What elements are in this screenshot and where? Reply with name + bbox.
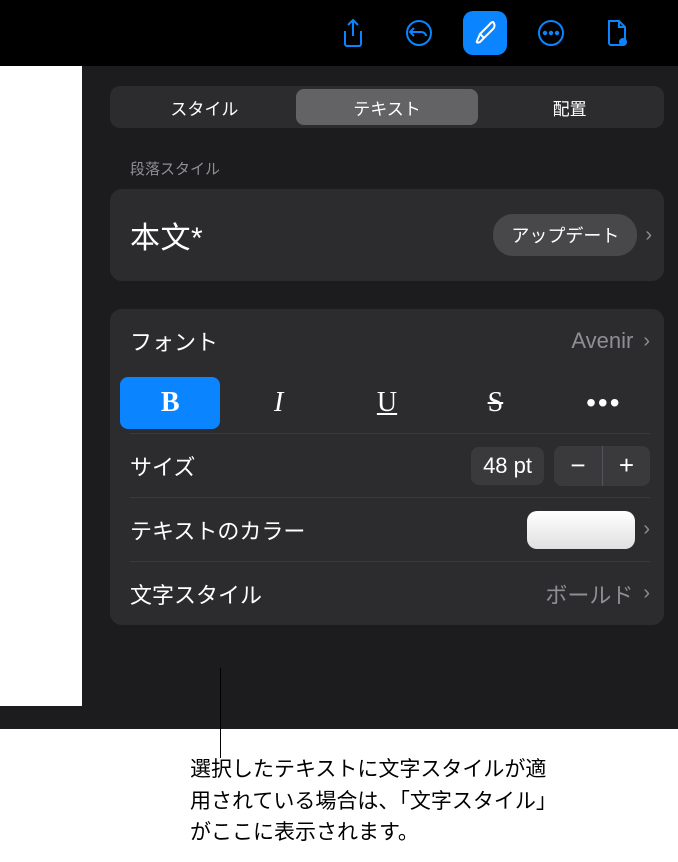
- undo-button[interactable]: [386, 0, 452, 66]
- toolbar: [0, 0, 678, 66]
- text-format-buttons: B I U S •••: [110, 373, 664, 433]
- more-format-button[interactable]: •••: [554, 377, 654, 429]
- font-value: Avenir: [571, 328, 633, 354]
- italic-button[interactable]: I: [228, 377, 328, 429]
- more-circle-icon: [536, 18, 566, 48]
- panel-tabs: スタイル テキスト 配置: [110, 86, 664, 128]
- callout-line: [220, 668, 221, 758]
- document-button[interactable]: [584, 0, 650, 66]
- size-value-field[interactable]: 48 pt: [471, 447, 544, 485]
- bold-button[interactable]: B: [120, 377, 220, 429]
- strikethrough-button[interactable]: S: [445, 377, 545, 429]
- chevron-right-icon: ›: [643, 582, 650, 605]
- font-label: フォント: [130, 325, 571, 357]
- chevron-right-icon: ›: [643, 518, 650, 541]
- size-stepper: − +: [554, 446, 650, 486]
- format-panel: スタイル テキスト 配置 段落スタイル 本文* アップデート › フォント Av…: [82, 66, 678, 729]
- callout-text: 選択したテキストに文字スタイルが適用されている場合は、「文字スタイル」がここに表…: [190, 754, 560, 849]
- character-style-row[interactable]: 文字スタイル ボールド ›: [110, 561, 664, 625]
- share-button[interactable]: [320, 0, 386, 66]
- document-icon: [604, 18, 630, 48]
- size-increase-button[interactable]: +: [602, 446, 650, 486]
- character-style-value: ボールド: [545, 578, 633, 610]
- size-label: サイズ: [130, 450, 471, 482]
- chevron-right-icon: ›: [645, 224, 652, 247]
- text-color-swatch[interactable]: [527, 511, 635, 549]
- paragraph-style-section-label: 段落スタイル: [110, 158, 664, 179]
- underline-button[interactable]: U: [337, 377, 437, 429]
- more-button[interactable]: [518, 0, 584, 66]
- tab-text[interactable]: テキスト: [296, 89, 479, 125]
- share-icon: [341, 18, 365, 48]
- text-color-row[interactable]: テキストのカラー ›: [110, 497, 664, 561]
- format-button[interactable]: [452, 0, 518, 66]
- font-row[interactable]: フォント Avenir ›: [110, 309, 664, 373]
- size-row: サイズ 48 pt − +: [110, 433, 664, 497]
- character-style-label: 文字スタイル: [130, 578, 545, 610]
- chevron-right-icon: ›: [643, 330, 650, 353]
- paragraph-style-name: 本文*: [130, 213, 493, 257]
- document-edge: [0, 66, 82, 706]
- paragraph-style-row[interactable]: 本文* アップデート ›: [110, 189, 664, 281]
- undo-icon: [404, 18, 434, 48]
- tab-arrange[interactable]: 配置: [478, 89, 661, 125]
- tab-style[interactable]: スタイル: [113, 89, 296, 125]
- brush-icon: [471, 19, 499, 47]
- size-decrease-button[interactable]: −: [554, 446, 602, 486]
- text-color-label: テキストのカラー: [130, 514, 527, 546]
- update-style-button[interactable]: アップデート: [493, 214, 637, 256]
